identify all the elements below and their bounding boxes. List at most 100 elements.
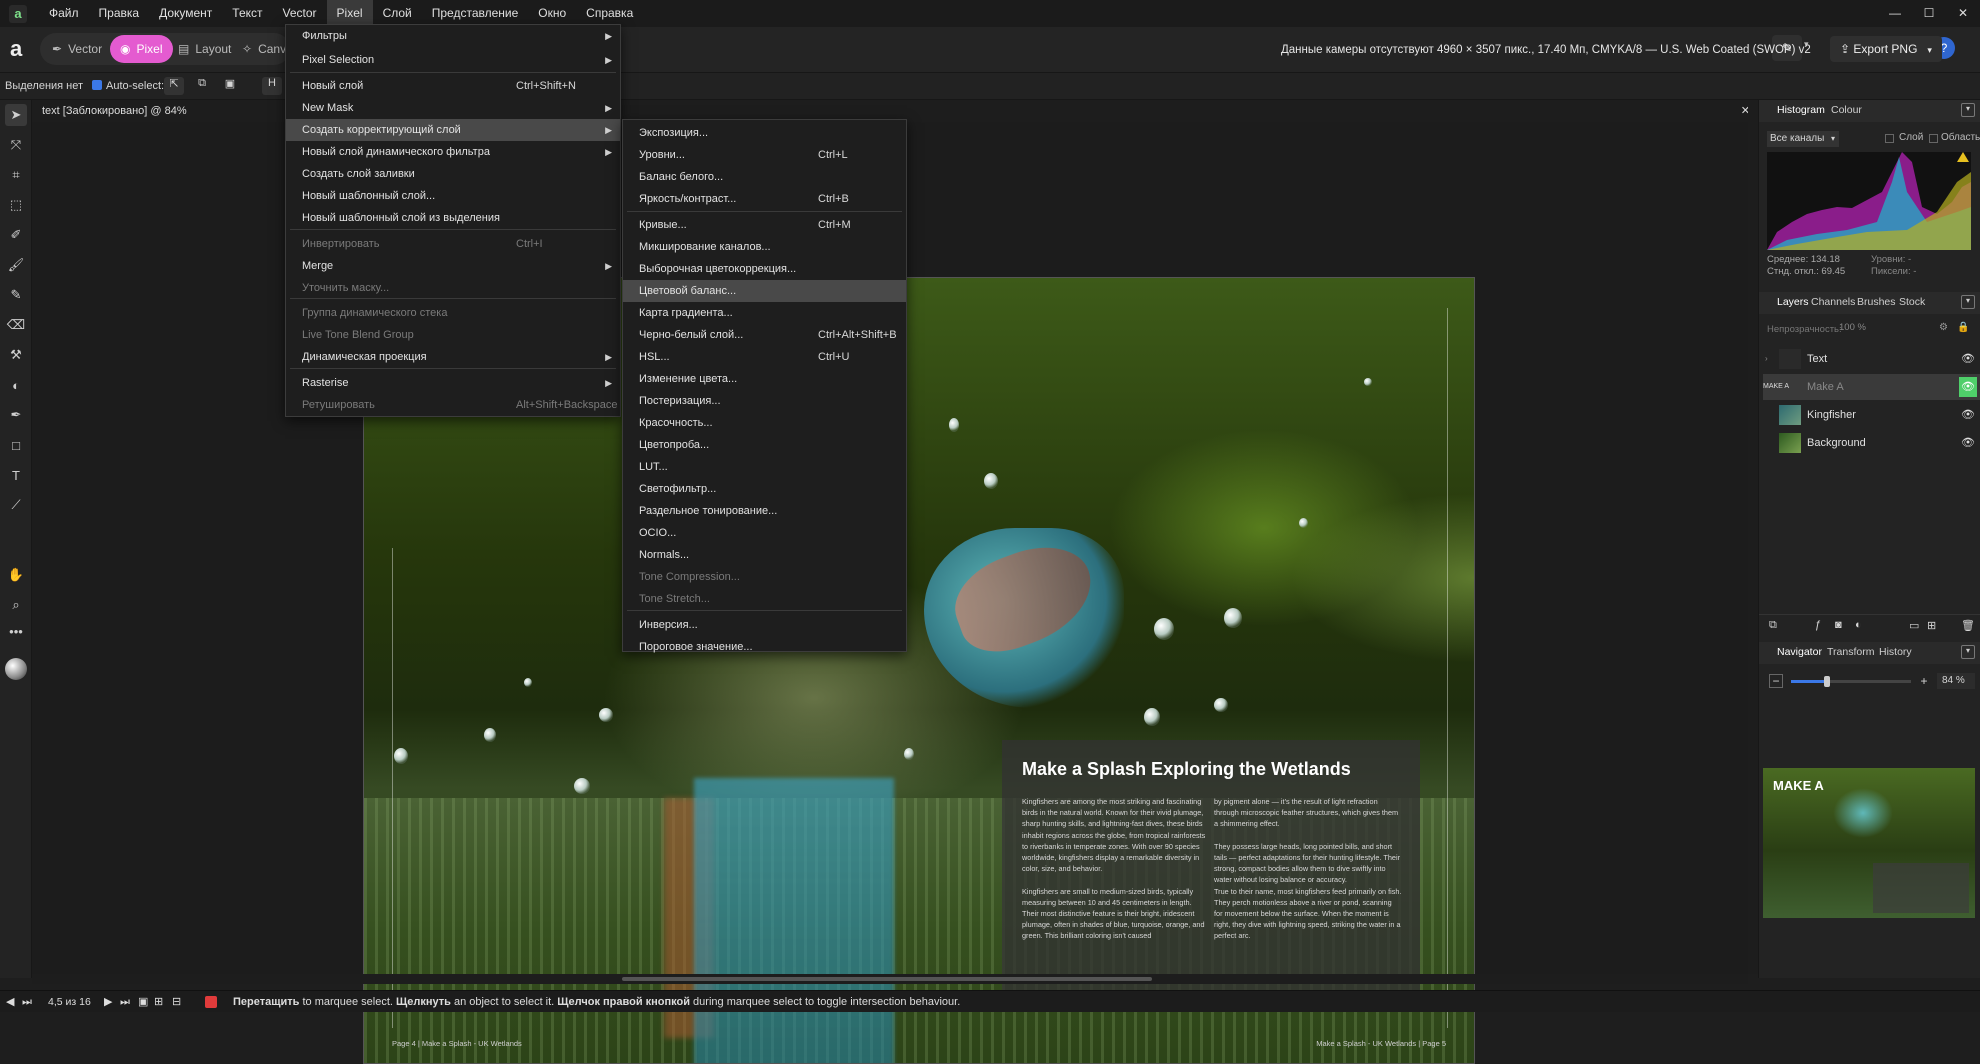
- select-mode-icon[interactable]: ⇱: [164, 77, 184, 95]
- adjustment-menu-item[interactable]: Яркость/контраст... Ctrl+B: [623, 188, 906, 210]
- adjustment-menu-item[interactable]: Карта градиента...: [623, 302, 906, 324]
- channel-select[interactable]: Все каналы ▾: [1767, 131, 1839, 147]
- menu-document[interactable]: Документ: [149, 0, 222, 27]
- tab-histogram[interactable]: Histogram: [1777, 104, 1825, 116]
- layer-row[interactable]: › Text 👁: [1763, 346, 1980, 372]
- area-checkbox[interactable]: [1929, 134, 1938, 143]
- minimize-icon[interactable]: —: [1878, 0, 1912, 27]
- crop-tool-icon[interactable]: ⌗: [5, 164, 27, 186]
- last-page-icon[interactable]: ⏭: [120, 991, 130, 1013]
- fx-icon[interactable]: ƒ: [1815, 619, 1821, 631]
- article-textbox[interactable]: Make a Splash Exploring the Wetlands Kin…: [1002, 740, 1420, 1005]
- marquee-tool-icon[interactable]: ⬚: [5, 194, 27, 216]
- adjustment-menu-item[interactable]: Постеризация...: [623, 390, 906, 412]
- transform-tool-icon[interactable]: ⤧: [5, 134, 27, 156]
- adjustment-menu-item[interactable]: Изменение цвета...: [623, 368, 906, 390]
- page-remove-icon[interactable]: ⊟: [172, 991, 181, 1013]
- layer-options-icon[interactable]: ⧉: [1769, 619, 1777, 632]
- pixel-menu-item[interactable]: Новый шаблонный слой из выделения: [286, 207, 620, 229]
- pen-tool-icon[interactable]: ✒: [5, 404, 27, 426]
- adjustment-menu-item[interactable]: Красочность...: [623, 412, 906, 434]
- horizontal-scrollbar[interactable]: [32, 974, 1748, 984]
- menu-vector[interactable]: Vector: [273, 0, 327, 27]
- scroll-thumb[interactable]: [622, 977, 1152, 981]
- pixel-menu-item[interactable]: Pixel Selection ▶: [286, 49, 620, 71]
- zoom-slider-thumb[interactable]: [1824, 676, 1830, 687]
- paint-brush-icon[interactable]: 🖌: [5, 254, 27, 276]
- adjustment-menu-item[interactable]: Баланс белого...: [623, 166, 906, 188]
- adjustment-menu-item[interactable]: Normals...: [623, 544, 906, 566]
- persona-vector[interactable]: ✒ Vector: [42, 35, 112, 63]
- lock-icon[interactable]: 🔒: [1957, 322, 1969, 333]
- panel-menu-icon[interactable]: ▾: [1961, 645, 1975, 659]
- layer-row[interactable]: Background 👁: [1763, 430, 1980, 456]
- tab-navigator[interactable]: Navigator: [1777, 646, 1822, 658]
- play-icon[interactable]: ▶: [104, 991, 112, 1013]
- tab-brushes[interactable]: Brushes: [1857, 296, 1896, 308]
- tab-colour[interactable]: Colour: [1831, 104, 1862, 116]
- eye-icon[interactable]: 👁: [1959, 349, 1977, 369]
- menu-pixel[interactable]: Pixel: [326, 0, 373, 27]
- dodge-brush-icon[interactable]: ◐: [5, 374, 27, 396]
- menu-layer[interactable]: Слой: [373, 0, 422, 27]
- pixel-menu-item[interactable]: Новый шаблонный слой...: [286, 185, 620, 207]
- navigator-preview[interactable]: MAKE A: [1763, 768, 1975, 918]
- menu-text[interactable]: Текст: [222, 0, 272, 27]
- adjustment-menu-item[interactable]: Цветопроба...: [623, 434, 906, 456]
- opacity-field[interactable]: 100 %: [1839, 322, 1879, 336]
- trash-icon[interactable]: 🗑: [1961, 619, 1975, 632]
- layer-row[interactable]: MAKE A Make A 👁: [1763, 374, 1980, 400]
- adjustment-menu-item[interactable]: HSL... Ctrl+U: [623, 346, 906, 368]
- export-button[interactable]: ⇪ Export PNG ▾: [1830, 36, 1942, 62]
- new-layer-icon[interactable]: ⊞: [1927, 619, 1936, 632]
- move-tool-icon[interactable]: ➤: [5, 104, 27, 126]
- pixel-menu-item[interactable]: Создать слой заливки: [286, 163, 620, 185]
- tab-channels[interactable]: Channels: [1811, 296, 1855, 308]
- expand-icon[interactable]: ›: [1765, 346, 1768, 372]
- adjustment-menu-item[interactable]: Выборочная цветокоррекция...: [623, 258, 906, 280]
- tab-history[interactable]: History: [1879, 646, 1912, 658]
- persona-pixel[interactable]: ◉ Pixel: [110, 35, 173, 63]
- color-swatch-icon[interactable]: [5, 658, 27, 680]
- pixel-menu-item[interactable]: Merge ▶: [286, 255, 620, 277]
- zoom-slider[interactable]: [1791, 676, 1911, 687]
- group-icon[interactable]: ▭: [1909, 619, 1919, 632]
- adjustment-menu-item[interactable]: Инверсия...: [623, 614, 906, 636]
- rectangle-tool-icon[interactable]: □: [5, 434, 27, 456]
- eye-icon[interactable]: 👁: [1959, 405, 1977, 425]
- pixel-menu-item[interactable]: Новый слой динамического фильтра ▶: [286, 141, 620, 163]
- vertical-scrollbar[interactable]: [1748, 100, 1758, 974]
- pixel-menu-item[interactable]: Новый слой Ctrl+Shift+N: [286, 75, 620, 97]
- zoom-in-icon[interactable]: +: [1917, 674, 1931, 688]
- menu-window[interactable]: Окно: [528, 0, 576, 27]
- zoom-out-icon[interactable]: −: [1769, 674, 1783, 688]
- next-page-icon[interactable]: ⏭: [22, 991, 32, 1013]
- panel-menu-icon[interactable]: ▾: [1961, 103, 1975, 117]
- tab-transform[interactable]: Transform: [1827, 646, 1874, 658]
- gear-icon[interactable]: ⚙: [1939, 322, 1948, 333]
- adjustment-menu-item[interactable]: Пороговое значение...: [623, 636, 906, 658]
- adjustment-menu-item[interactable]: Микширование каналов...: [623, 236, 906, 258]
- clone-brush-icon[interactable]: ⚒: [5, 344, 27, 366]
- erase-brush-icon[interactable]: ⌫: [5, 314, 27, 336]
- option-button[interactable]: H: [262, 77, 282, 95]
- adjustment-menu-item[interactable]: Черно-белый слой... Ctrl+Alt+Shift+B: [623, 324, 906, 346]
- pixel-menu-item[interactable]: Динамическая проекция ▶: [286, 346, 620, 368]
- previous-page-icon[interactable]: ◀: [6, 991, 14, 1013]
- menu-help[interactable]: Справка: [576, 0, 643, 27]
- select-layers-icon[interactable]: ⧉: [192, 77, 212, 95]
- adjustment-menu-item[interactable]: Раздельное тонирование...: [623, 500, 906, 522]
- menu-file[interactable]: Файл: [39, 0, 89, 27]
- hand-tool-icon[interactable]: ✋: [5, 564, 27, 586]
- autoselect-checkbox[interactable]: [92, 80, 102, 90]
- layer-row[interactable]: Kingfisher 👁: [1763, 402, 1980, 428]
- eye-icon[interactable]: 👁: [1959, 377, 1977, 397]
- pixel-menu-item[interactable]: Фильтры ▶: [286, 25, 620, 47]
- panel-menu-icon[interactable]: ▾: [1961, 295, 1975, 309]
- eye-icon[interactable]: 👁: [1959, 433, 1977, 453]
- maximize-icon[interactable]: ☐: [1912, 0, 1946, 27]
- select-group-icon[interactable]: ▣: [220, 77, 240, 95]
- page-add-icon[interactable]: ⊞: [154, 991, 163, 1013]
- adjustment-menu-item[interactable]: OCIO...: [623, 522, 906, 544]
- menu-edit[interactable]: Правка: [89, 0, 150, 27]
